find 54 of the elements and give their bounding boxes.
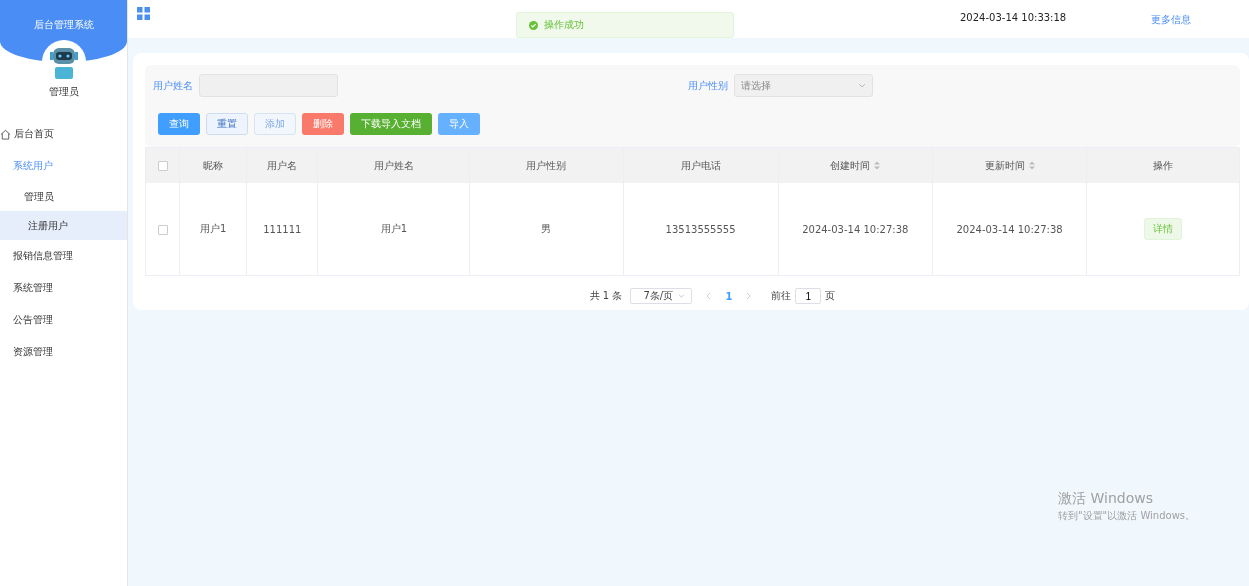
column-header: 创建时间	[778, 147, 933, 183]
select-all-checkbox[interactable]	[157, 161, 168, 171]
sort-icon[interactable]	[1028, 161, 1035, 170]
sort-icon[interactable]	[874, 161, 881, 170]
check-circle-icon	[529, 20, 538, 30]
toast-message: 操作成功	[544, 18, 584, 32]
action-button[interactable]: 删除	[302, 113, 344, 135]
page-number[interactable]: 1	[725, 290, 733, 302]
menu-item[interactable]: 报销信息管理	[0, 240, 127, 272]
page-input-field[interactable]: 1	[795, 288, 822, 304]
total-count: 共 1 条	[589, 289, 623, 303]
home-icon	[0, 128, 11, 140]
prev-page-icon[interactable]	[706, 292, 712, 300]
menu-item[interactable]: 公告管理	[0, 304, 127, 336]
user-role: 管理员	[47, 85, 80, 99]
caret-icon	[858, 83, 866, 88]
column-header: 昵称	[179, 147, 247, 183]
column-header: 操作	[1086, 147, 1240, 183]
column-header: 用户性别	[469, 147, 623, 183]
table-cell: 13513555555	[623, 183, 779, 276]
menu-item[interactable]: 资源管理	[0, 336, 127, 368]
submenu-item[interactable]: 注册用户	[0, 211, 127, 240]
menu-item[interactable]: 系统用户	[0, 150, 127, 182]
menu-item[interactable]: 后台首页	[0, 118, 127, 150]
column-header: 用户电话	[623, 147, 779, 183]
more-info-link[interactable]: 更多信息	[1151, 13, 1191, 27]
action-button[interactable]: 下载导入文档	[350, 113, 432, 135]
table-cell: 2024-03-14 10:27:38	[778, 183, 933, 276]
column-header: 用户姓名	[317, 147, 470, 183]
gender-select[interactable]: 请选择	[734, 74, 873, 97]
table-cell: 男	[469, 183, 623, 276]
page-size-select[interactable]: 7条/页	[630, 288, 693, 304]
goto-label: 前往	[771, 289, 792, 303]
next-page-icon[interactable]	[746, 292, 752, 300]
submenu-item[interactable]: 管理员	[0, 182, 127, 211]
action-button[interactable]: 重置	[206, 113, 248, 135]
column-header: 用户名	[246, 147, 318, 183]
app-title: 后台管理系统	[33, 18, 94, 32]
table-cell: 用户1	[179, 183, 247, 276]
table-cell: 2024-03-14 10:27:38	[932, 183, 1087, 276]
table-cell: 用户1	[317, 183, 470, 276]
notice-text: 转到"设置"以激活 Windows。	[1058, 509, 1196, 523]
caret-icon	[678, 294, 686, 298]
page-suffix: 页	[825, 289, 836, 303]
current-datetime: 2024-03-14 10:33:18	[960, 12, 1067, 23]
menu-item[interactable]: 系统管理	[0, 272, 127, 304]
action-button[interactable]: 查询	[158, 113, 200, 135]
notice-title: 激活 Windows	[1058, 490, 1154, 508]
column-header: 更新时间	[932, 147, 1087, 183]
field-label: 用户性别	[688, 78, 728, 93]
row-checkbox[interactable]	[157, 224, 168, 235]
menu-icon[interactable]	[137, 7, 150, 20]
field-label: 用户姓名	[153, 78, 193, 93]
table-cell: 111111	[246, 183, 318, 276]
